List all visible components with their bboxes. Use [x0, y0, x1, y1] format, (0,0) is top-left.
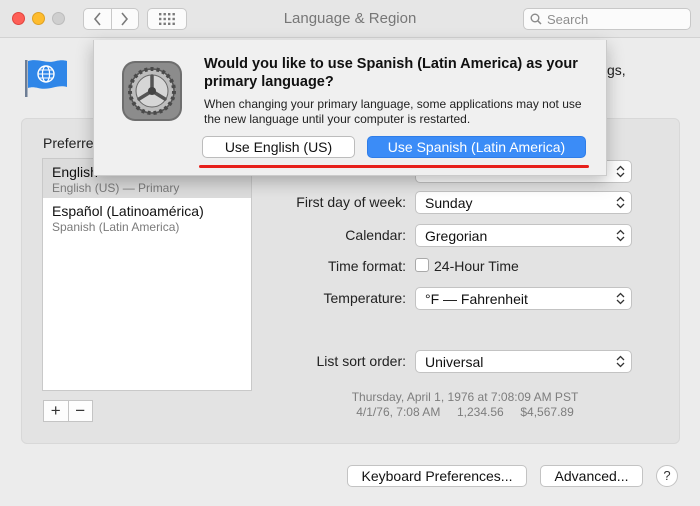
updown-chevron-icon: [616, 355, 625, 368]
title-bar: Language & Region: [0, 0, 700, 38]
sort-order-value: Universal: [425, 354, 484, 370]
language-change-dialog: Would you like to use Spanish (Latin Ame…: [93, 40, 607, 176]
24-hour-checkbox[interactable]: [415, 258, 429, 272]
help-button[interactable]: ?: [656, 465, 678, 487]
highlight-underline: [199, 165, 589, 168]
time-format-label: Time format:: [327, 258, 406, 274]
preferred-languages-label: Preferre: [43, 135, 94, 151]
first-day-value: Sunday: [425, 195, 473, 211]
search-field[interactable]: [523, 8, 691, 30]
add-language-button[interactable]: +: [44, 401, 68, 421]
24-hour-label[interactable]: 24-Hour Time: [434, 258, 519, 274]
updown-chevron-icon: [616, 229, 625, 242]
system-preferences-gear-icon: [122, 61, 182, 121]
globe-flag-icon: [25, 60, 67, 97]
temperature-label: Temperature:: [323, 290, 406, 306]
temperature-popup[interactable]: °F — Fahrenheit: [415, 287, 632, 310]
updown-chevron-icon: [616, 292, 625, 305]
search-icon: [530, 13, 542, 25]
use-spanish-button[interactable]: Use Spanish (Latin America): [367, 136, 586, 158]
sample-date-text: Thursday, April 1, 1976 at 7:08:09 AM PS…: [351, 390, 579, 404]
add-remove-control: + −: [43, 400, 93, 422]
first-day-popup[interactable]: Sunday: [415, 191, 632, 214]
sort-order-label: List sort order:: [316, 353, 406, 369]
use-english-button[interactable]: Use English (US): [202, 136, 355, 158]
remove-language-button[interactable]: −: [67, 401, 93, 421]
dialog-title: Would you like to use Spanish (Latin Ame…: [204, 56, 578, 90]
search-input[interactable]: [547, 11, 677, 27]
calendar-label: Calendar:: [345, 227, 406, 243]
sort-order-popup[interactable]: Universal: [415, 350, 632, 373]
updown-chevron-icon: [616, 196, 625, 209]
calendar-popup[interactable]: Gregorian: [415, 224, 632, 247]
dialog-message: When changing your primary language, som…: [204, 97, 582, 126]
first-day-label: First day of week:: [296, 194, 406, 210]
sample-number-text: 4/1/76, 7:08 AM 1,234.56 $4,567.89: [356, 405, 574, 419]
updown-chevron-icon: [616, 165, 625, 178]
advanced-button[interactable]: Advanced...: [540, 465, 643, 487]
keyboard-preferences-button[interactable]: Keyboard Preferences...: [347, 465, 527, 487]
temperature-value: °F — Fahrenheit: [425, 291, 528, 307]
header-description-text: gs,: [607, 62, 626, 78]
calendar-value: Gregorian: [425, 228, 488, 244]
